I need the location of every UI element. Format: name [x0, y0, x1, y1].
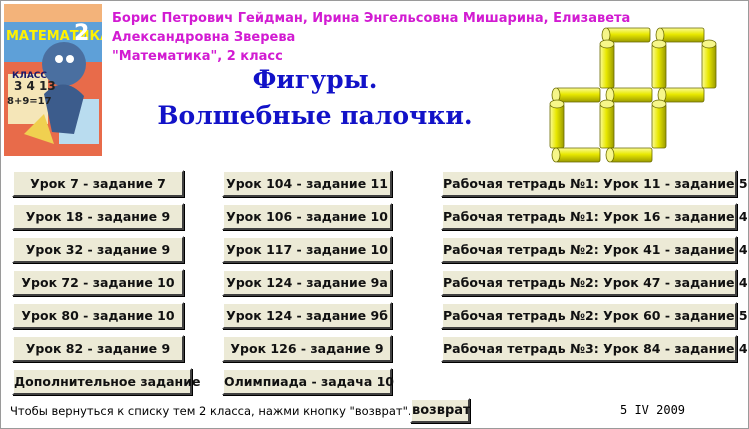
stick-top-right: [655, 27, 705, 43]
date-label: 5 IV 2009: [620, 403, 686, 417]
lesson-126-task-9-button[interactable]: Урок 126 - задание 9: [222, 335, 392, 362]
book-cover-image: МАТЕМАТИКА 2 КЛАСС 8+9=17 3 4 13: [4, 4, 102, 156]
lesson-104-task-11-button[interactable]: Урок 104 - задание 11: [222, 170, 392, 197]
stick-bottom-left: [551, 147, 601, 163]
lesson-117-task-10-button[interactable]: Урок 117 - задание 10: [222, 236, 392, 263]
stick-mid-right: [657, 87, 705, 103]
workbook-3-lesson-84-task-4-button[interactable]: Рабочая тетрадь №3: Урок 84 - задание 4: [441, 335, 748, 362]
lesson-80-task-10-button[interactable]: Урок 80 - задание 10: [12, 302, 184, 329]
workbook-2-lesson-60-task-5-button[interactable]: Рабочая тетрадь №2: Урок 60 - задание 5: [441, 302, 748, 329]
page-title-line1: Фигуры.: [252, 65, 378, 94]
stick-lower-right: [651, 99, 667, 149]
stick-mid-center: [605, 87, 653, 103]
lesson-72-task-10-button[interactable]: Урок 72 - задание 10: [12, 269, 184, 296]
lesson-18-task-9-button[interactable]: Урок 18 - задание 9: [12, 203, 184, 230]
cover-grade: 2: [74, 21, 89, 46]
extra-task-button[interactable]: Дополнительное задание: [12, 368, 200, 395]
workbook-2-lesson-47-task-4-button[interactable]: Рабочая тетрадь №2: Урок 47 - задание 4: [441, 269, 748, 296]
stick-upper-left: [599, 39, 615, 89]
back-button[interactable]: возврат: [410, 398, 471, 423]
stick-lower-left: [599, 99, 615, 149]
workbook-1-lesson-11-task-5-button[interactable]: Рабочая тетрадь №1: Урок 11 - задание 5: [441, 170, 748, 197]
lesson-106-task-10-button[interactable]: Урок 106 - задание 10: [222, 203, 392, 230]
lesson-32-task-9-button[interactable]: Урок 32 - задание 9: [12, 236, 184, 263]
page-title-line2: Волшебные палочки.: [157, 101, 473, 130]
cover-formula: 8+9=17: [7, 96, 52, 107]
return-hint-text: Чтобы вернуться к списку тем 2 класса, н…: [10, 404, 412, 418]
magic-sticks-figure: [549, 27, 717, 163]
olympiad-task-10-button[interactable]: Олимпиада - задача 10: [222, 368, 394, 395]
cover-numbers: 3 4 13: [14, 79, 56, 93]
stick-upper-right: [651, 39, 667, 89]
lesson-82-task-9-button[interactable]: Урок 82 - задание 9: [12, 335, 184, 362]
workbook-2-lesson-41-task-4-button[interactable]: Рабочая тетрадь №2: Урок 41 - задание 4: [441, 236, 748, 263]
lesson-124-task-9a-button[interactable]: Урок 124 - задание 9а: [222, 269, 392, 296]
workbook-1-lesson-16-task-4-button[interactable]: Рабочая тетрадь №1: Урок 16 - задание 4: [441, 203, 748, 230]
lesson-124-task-9b-button[interactable]: Урок 124 - задание 9б: [222, 302, 392, 329]
page-title: Фигуры. Волшебные палочки.: [150, 62, 480, 134]
stick-lower-far-left: [549, 99, 565, 149]
lesson-7-task-7-button[interactable]: Урок 7 - задание 7: [12, 170, 184, 197]
stick-upper-far-right: [701, 39, 717, 89]
stick-bottom-right: [605, 147, 653, 163]
